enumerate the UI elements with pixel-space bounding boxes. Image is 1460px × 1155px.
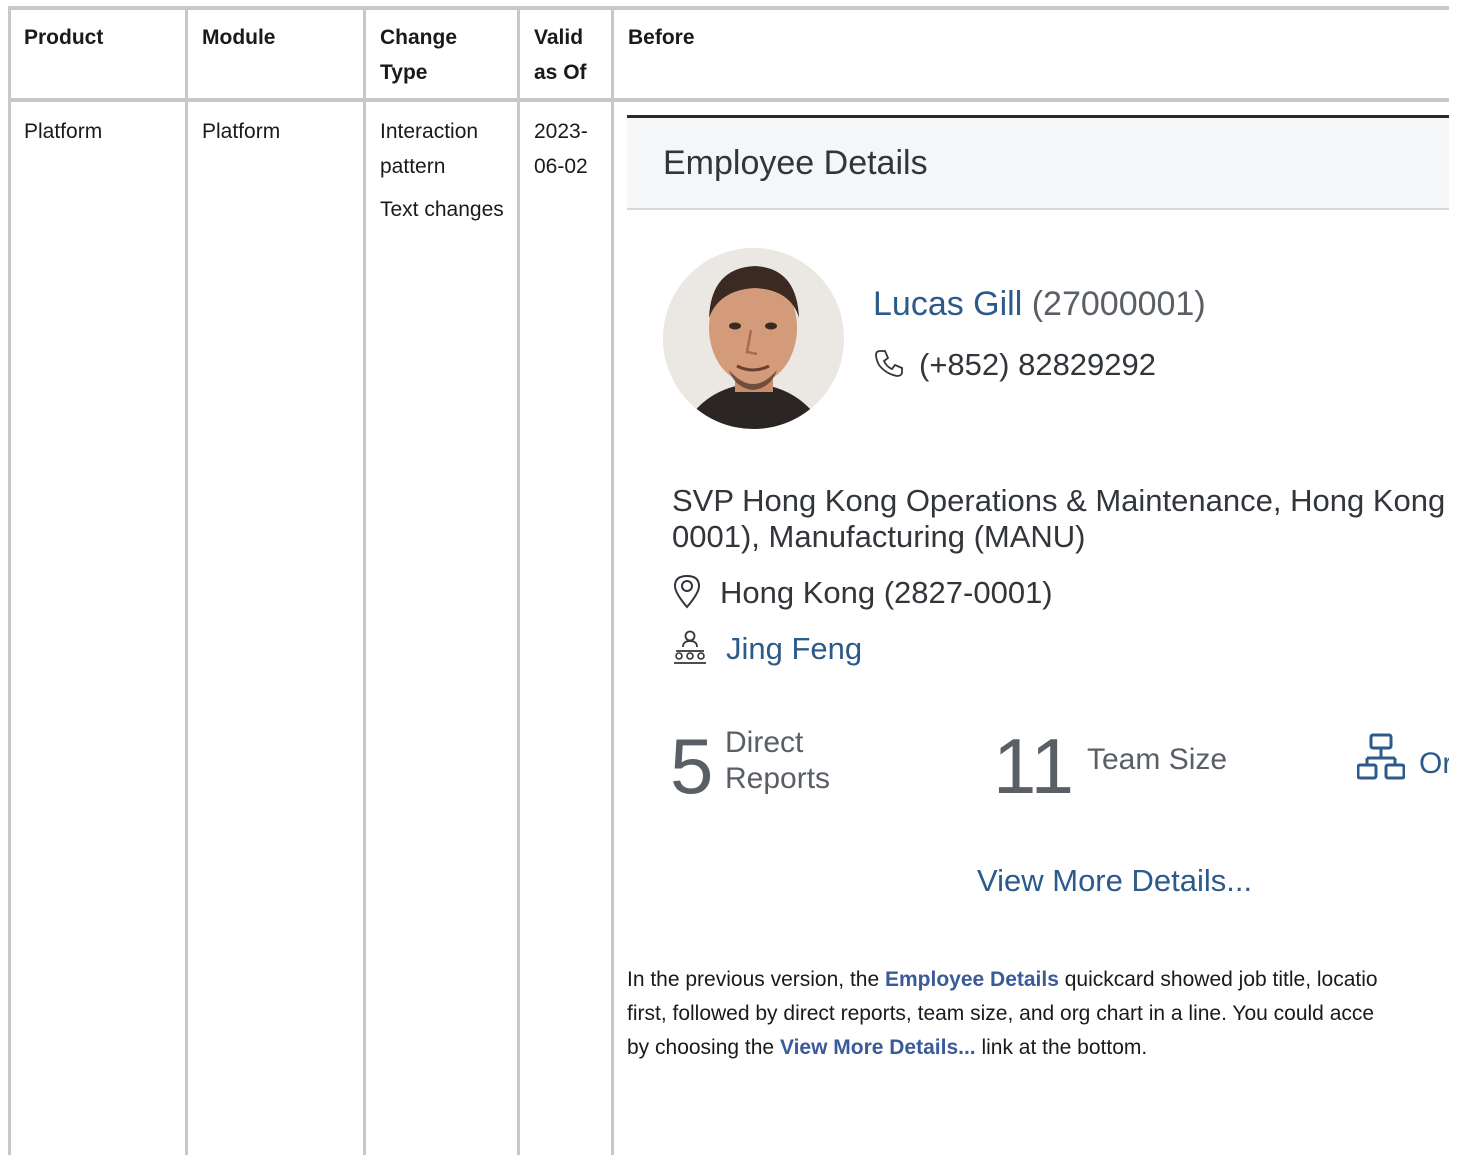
card-title: Employee Details xyxy=(663,144,928,182)
direct-reports-label: Direct Reports xyxy=(725,725,830,797)
employee-details-screenshot: Employee Details Lucas Gill (27000001) (… xyxy=(627,115,1449,925)
cell-module: Platform xyxy=(202,120,281,143)
header-valid-line1: Valid xyxy=(534,26,584,49)
location-text: Hong Kong (2827-0001) xyxy=(720,575,1053,610)
direct-reports-label-line1: Direct xyxy=(725,726,804,759)
description-text: by choosing the xyxy=(627,1036,780,1059)
grid-line xyxy=(611,6,614,1155)
avatar xyxy=(663,248,844,429)
phone-icon xyxy=(875,350,903,377)
grid-line xyxy=(517,6,520,1155)
header-change-type-line2: Type xyxy=(380,61,428,84)
phone-line: (+852) 82829292 xyxy=(873,347,1156,383)
team-size-count[interactable]: 11 xyxy=(993,727,1074,805)
change-type-item: Text changes xyxy=(380,198,504,221)
hierarchy-people-icon xyxy=(674,630,706,664)
grid-line xyxy=(8,6,11,1155)
direct-reports-count[interactable]: 5 xyxy=(670,727,713,805)
header-product: Product xyxy=(24,26,104,49)
team-size-label: Team Size xyxy=(1087,743,1228,776)
manager-link[interactable]: Jing Feng xyxy=(726,631,862,666)
description-text: link at the bottom. xyxy=(975,1036,1148,1059)
header-change-type: Change Type xyxy=(380,20,457,90)
description-text: quickcard showed job title, locatio xyxy=(1058,968,1378,991)
job-title-line1: SVP Hong Kong Operations & Maintenance, … xyxy=(672,483,1446,518)
employee-name-link[interactable]: Lucas Gill xyxy=(873,285,1022,323)
change-type-item: Interaction pattern xyxy=(380,120,479,178)
grid-line xyxy=(8,6,1449,10)
before-description: In the previous version, the Employee De… xyxy=(627,963,1449,1065)
direct-reports-label-line2: Reports xyxy=(725,762,831,795)
location-line: Hong Kong (2827-0001) xyxy=(672,573,1053,611)
header-before: Before xyxy=(628,26,695,49)
header-change-type-line1: Change xyxy=(380,26,458,49)
cell-valid-as-of: 2023- 06-02 xyxy=(534,114,588,184)
employee-id: (27000001) xyxy=(1031,285,1206,323)
cell-change-type: Interaction pattern Text changes xyxy=(380,114,505,235)
manager-line: Jing Feng xyxy=(672,629,862,667)
phone-number[interactable]: (+852) 82829292 xyxy=(919,347,1156,382)
org-chart-label: Or xyxy=(1419,747,1449,780)
header-valid-as-of: Valid as Of xyxy=(534,20,587,90)
grid-line xyxy=(8,98,1449,102)
job-title: SVP Hong Kong Operations & Maintenance, … xyxy=(672,483,1445,555)
employee-name-line: Lucas Gill (27000001) xyxy=(873,285,1206,324)
location-pin-icon xyxy=(673,574,701,609)
grid-line xyxy=(185,6,188,1155)
org-chart-link[interactable]: Or xyxy=(1356,733,1449,783)
header-module: Module xyxy=(202,26,276,49)
person-photo-icon xyxy=(663,248,844,429)
job-title-line2: 0001), Manufacturing (MANU) xyxy=(672,519,1086,554)
description-line3: by choosing the View More Details... lin… xyxy=(627,1031,1449,1065)
description-line2: first, followed by direct reports, team … xyxy=(627,1002,1375,1025)
description-text: In the previous version, the xyxy=(627,968,885,991)
org-chart-icon xyxy=(1356,733,1406,780)
description-bold-term: Employee Details xyxy=(884,968,1059,991)
description-line1: In the previous version, the Employee De… xyxy=(627,963,1449,997)
cell-product: Platform xyxy=(24,120,103,143)
view-more-details-link[interactable]: View More Details... xyxy=(977,863,1252,899)
header-valid-line2: as Of xyxy=(534,61,587,84)
valid-date-line2: 06-02 xyxy=(534,155,588,178)
card-header: Employee Details xyxy=(627,118,1449,210)
valid-date-line1: 2023- xyxy=(534,120,588,143)
description-bold-term: View More Details... xyxy=(779,1036,976,1059)
grid-line xyxy=(363,6,366,1155)
